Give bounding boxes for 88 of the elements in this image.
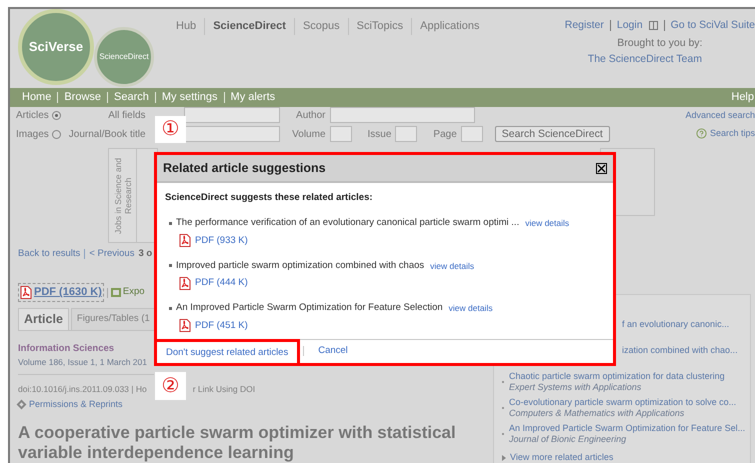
related-link[interactable]: f an evolutionary canonic... — [622, 319, 730, 330]
input-field[interactable] — [330, 126, 352, 142]
article-title: The performance verification of an evolutionary canonical particle swarm optimi ... — [176, 216, 520, 230]
article-title: Improved particle swarm optimization combined with chaos — [176, 258, 424, 273]
nav-link[interactable]: Scopus — [294, 18, 348, 34]
more-link[interactable]: View more related articles — [510, 452, 614, 463]
field-label: All fields — [108, 108, 146, 123]
team-link[interactable]: The ScienceDirect Team — [588, 52, 732, 68]
advanced-search-link[interactable]: Advanced search — [685, 109, 755, 123]
bullet-icon — [169, 306, 172, 310]
logo-subtext: ScienceDirect — [99, 51, 149, 63]
help-link[interactable]: Help — [731, 89, 755, 106]
pdf-link[interactable]: PDF (933 K) — [165, 234, 248, 248]
permissions-link[interactable]: Permissions & Reprints — [29, 398, 123, 411]
journal-name: Journal of Bionic Engineering — [509, 434, 628, 445]
field-label: Author — [295, 108, 326, 123]
search-button[interactable]: Search ScienceDirect — [494, 126, 610, 142]
login-box-icon — [648, 21, 658, 30]
input-field[interactable] — [184, 107, 280, 124]
article-title: A cooperative particle swarm optimizer with statistical variable interdependence learning — [18, 423, 457, 463]
bullet-icon — [169, 222, 172, 225]
pdf-icon — [20, 286, 32, 299]
nav-item[interactable]: My settings — [156, 89, 224, 106]
logo-text: SciVerse — [28, 38, 84, 56]
input-field[interactable] — [395, 126, 418, 142]
position-text: 3 o — [138, 247, 152, 261]
nav-item[interactable]: My alerts — [224, 89, 282, 106]
radio-button[interactable] — [52, 130, 61, 139]
pdf-icon — [179, 319, 191, 332]
search-tips-link[interactable]: Search tips — [710, 126, 755, 140]
view-details-link[interactable]: view details — [430, 260, 474, 272]
input-field[interactable] — [330, 107, 475, 124]
pdf-link[interactable]: PDF (444 K) — [165, 276, 248, 290]
related-link[interactable]: Chaotic particle swarm optimization for data clustering — [509, 371, 725, 382]
field-label: Journal/Book title — [68, 128, 146, 142]
logo[interactable]: SciVerse ScienceDirect — [10, 9, 158, 88]
nav-link[interactable]: ScienceDirect — [204, 18, 294, 34]
view-details-link[interactable]: view details — [448, 302, 493, 315]
related-link[interactable]: ization combined with chao... — [622, 345, 738, 356]
field-label: Volume — [292, 128, 326, 142]
close-icon — [597, 164, 606, 172]
article-title: An Improved Particle Swarm Optimization for Feature Selection — [176, 301, 443, 316]
related-link[interactable]: An Improved Particle Swarm Optimization for Feature Sel... — [509, 423, 746, 434]
dialog-intro: ScienceDirect suggests these related articles: — [165, 191, 374, 205]
annotation-label: ② — [155, 372, 186, 400]
help-icon — [696, 128, 707, 140]
jobs-banner[interactable]: Jobs in Science and Research — [108, 148, 158, 243]
export-link[interactable]: Expo — [110, 285, 145, 300]
nav-link[interactable]: SciTopics — [348, 18, 412, 34]
radio-button[interactable] — [52, 110, 61, 120]
volume-text: Volume 186, Issue 1, 1 March 201 — [18, 356, 154, 375]
annotation-label: ① — [155, 116, 186, 143]
input-field[interactable] — [460, 126, 483, 142]
pdf-icon — [179, 234, 191, 248]
nav-item[interactable]: Search — [108, 89, 155, 106]
dialog-title: Related article suggestions — [163, 160, 326, 177]
nav-link[interactable]: Hub — [168, 18, 204, 34]
tab[interactable]: Figures/Tables (1 — [70, 308, 156, 330]
back-link[interactable]: Back to results — [18, 247, 80, 262]
pdf-link[interactable]: PDF (1630 K) — [18, 283, 104, 302]
input-field[interactable] — [184, 126, 280, 142]
nav-item[interactable]: Home — [16, 89, 58, 106]
journal-name: Expert Systems with Applications — [509, 382, 642, 393]
type-label: Articles — [16, 108, 49, 123]
account-link[interactable]: Register — [564, 18, 604, 34]
bullet-icon — [169, 264, 172, 268]
previous-link[interactable]: < Previous — [89, 247, 134, 262]
tab[interactable]: Article — [18, 308, 69, 330]
field-label: Page — [433, 128, 457, 142]
pdf-icon — [179, 276, 191, 290]
view-details-link[interactable]: view details — [525, 217, 570, 230]
brought-by-text: Brought to you by: — [617, 36, 702, 51]
field-label: Issue — [368, 128, 392, 142]
type-label: Images — [16, 128, 49, 142]
journal-name: Computers & Mathematics with Applications — [509, 408, 686, 419]
banner-text: Jobs in Science and Research — [112, 156, 132, 236]
cancel-button[interactable]: Cancel — [318, 344, 348, 358]
doi-text: doi:10.1016/j.ins.2011.09.033 | Ho — [18, 382, 147, 396]
account-link[interactable]: Login — [616, 18, 643, 34]
close-button[interactable] — [596, 162, 607, 174]
nav-link[interactable]: Applications — [411, 18, 488, 34]
doi-link-text: r Link Using DOI — [192, 382, 256, 396]
nav-item[interactable]: Browse — [58, 89, 108, 106]
pdf-link[interactable]: PDF (451 K) — [165, 318, 248, 333]
account-link[interactable]: Go to SciVal Suite — [670, 18, 755, 34]
export-icon — [110, 288, 121, 297]
caret-icon — [502, 454, 506, 460]
related-link[interactable]: Co-evolutionary particle swarm optimization to solve co... — [509, 397, 736, 408]
